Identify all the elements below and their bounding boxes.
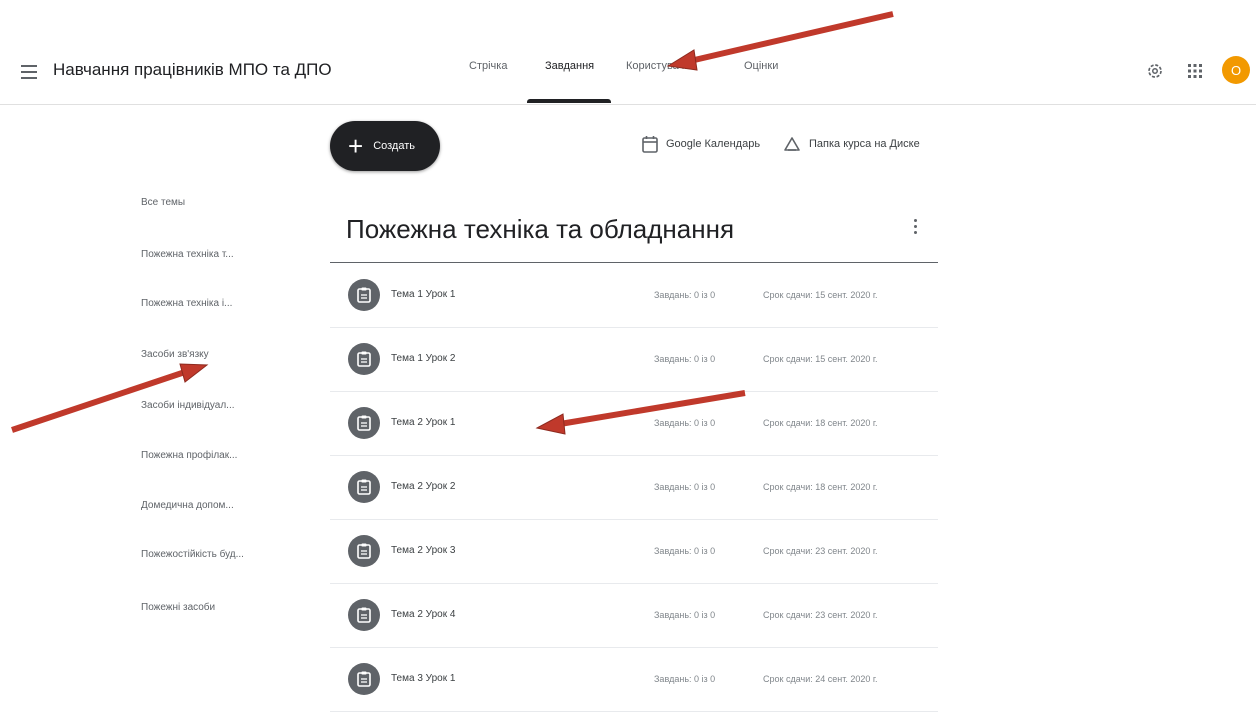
sidebar-item-topic-8[interactable]: Пожежні засоби xyxy=(141,602,215,613)
assignment-row[interactable]: Тема 2 Урок 1 Завдань: 0 із 0 Срок сдачи… xyxy=(330,392,938,456)
topic-divider xyxy=(330,262,938,263)
assignment-list: Тема 1 Урок 1 Завдань: 0 із 0 Срок сдачи… xyxy=(330,264,938,712)
assignment-icon xyxy=(348,535,380,567)
assignment-due-date: Срок сдачи: 23 сент. 2020 г. xyxy=(763,546,878,556)
google-calendar-link[interactable]: Google Календарь xyxy=(642,133,760,155)
plus-icon: + xyxy=(348,131,364,161)
assignment-title: Тема 1 Урок 2 xyxy=(391,353,456,364)
assignment-status: Завдань: 0 із 0 xyxy=(654,290,716,300)
active-tab-indicator xyxy=(527,99,611,103)
assignment-title: Тема 2 Урок 2 xyxy=(391,481,456,492)
create-button-label: Создать xyxy=(373,140,415,152)
assignment-due-date: Срок сдачи: 15 сент. 2020 г. xyxy=(763,354,878,364)
assignment-title: Тема 2 Урок 3 xyxy=(391,545,456,556)
assignment-status: Завдань: 0 із 0 xyxy=(654,354,716,364)
assignment-title: Тема 1 Урок 1 xyxy=(391,289,456,300)
assignment-icon xyxy=(348,407,380,439)
avatar[interactable]: О xyxy=(1222,56,1250,84)
settings-icon[interactable] xyxy=(1142,58,1168,84)
assignment-row[interactable]: Тема 2 Урок 3 Завдань: 0 із 0 Срок сдачи… xyxy=(330,520,938,584)
sidebar-item-topic-6[interactable]: Домедична допом... xyxy=(141,500,234,511)
google-calendar-label: Google Календарь xyxy=(666,138,761,150)
top-app-bar: Навчання працівників МПО та ДПО Стрічка … xyxy=(0,0,1256,105)
topic-title: Пожежна техніка та обладнання xyxy=(346,214,735,244)
assignment-icon xyxy=(348,599,380,631)
sidebar-item-topic-3[interactable]: Засоби зв'язку xyxy=(141,349,209,360)
assignment-icon xyxy=(348,279,380,311)
assignment-due-date: Срок сдачи: 23 сент. 2020 г. xyxy=(763,610,878,620)
assignment-row[interactable]: Тема 2 Урок 2 Завдань: 0 із 0 Срок сдачи… xyxy=(330,456,938,520)
drive-folder-link[interactable]: Папка курса на Диске xyxy=(783,133,920,155)
tab-grades[interactable]: Оцінки xyxy=(744,60,778,72)
sidebar-item-all-topics[interactable]: Все темы xyxy=(141,197,185,208)
tab-classwork[interactable]: Завдання xyxy=(545,60,594,72)
drive-folder-label: Папка курса на Диске xyxy=(809,138,920,150)
assignment-status: Завдань: 0 із 0 xyxy=(654,674,716,684)
assignment-row[interactable]: Тема 2 Урок 4 Завдань: 0 із 0 Срок сдачи… xyxy=(330,584,938,648)
more-vert-icon[interactable] xyxy=(908,216,922,236)
assignment-status: Завдань: 0 із 0 xyxy=(654,610,716,620)
assignment-row[interactable]: Тема 1 Урок 2 Завдань: 0 із 0 Срок сдачи… xyxy=(330,328,938,392)
assignment-icon xyxy=(348,471,380,503)
drive-folder-icon xyxy=(784,137,800,151)
assignment-row[interactable]: Тема 1 Урок 1 Завдань: 0 із 0 Срок сдачи… xyxy=(330,264,938,328)
assignment-row[interactable]: Тема 3 Урок 1 Завдань: 0 із 0 Срок сдачи… xyxy=(330,648,938,712)
assignment-status: Завдань: 0 із 0 xyxy=(654,418,716,428)
assignment-due-date: Срок сдачи: 18 сент. 2020 г. xyxy=(763,482,878,492)
sidebar-item-topic-7[interactable]: Пожежостійкість буд... xyxy=(141,549,244,560)
sidebar-item-topic-1[interactable]: Пожежна техніка т... xyxy=(141,249,234,260)
tab-people[interactable]: Користувачі xyxy=(626,60,687,72)
assignment-due-date: Срок сдачи: 15 сент. 2020 г. xyxy=(763,290,878,300)
assignment-icon xyxy=(348,663,380,695)
class-title[interactable]: Навчання працівників МПО та ДПО xyxy=(53,60,332,80)
assignment-due-date: Срок сдачи: 24 сент. 2020 г. xyxy=(763,674,878,684)
assignment-status: Завдань: 0 із 0 xyxy=(654,546,716,556)
annotation-arrow xyxy=(11,363,209,433)
create-button[interactable]: + Создать xyxy=(330,121,440,171)
assignment-title: Тема 3 Урок 1 xyxy=(391,673,456,684)
menu-icon[interactable] xyxy=(21,65,37,79)
tab-stream[interactable]: Стрічка xyxy=(469,60,507,72)
assignment-icon xyxy=(348,343,380,375)
sidebar-item-topic-2[interactable]: Пожежна техніка і... xyxy=(141,298,232,309)
assignment-title: Тема 2 Урок 4 xyxy=(391,609,456,620)
assignment-due-date: Срок сдачи: 18 сент. 2020 г. xyxy=(763,418,878,428)
sidebar-item-topic-5[interactable]: Пожежна профілак... xyxy=(141,450,237,461)
calendar-icon xyxy=(642,136,658,153)
assignment-title: Тема 2 Урок 1 xyxy=(391,417,456,428)
apps-grid-icon[interactable] xyxy=(1182,58,1208,84)
assignment-status: Завдань: 0 із 0 xyxy=(654,482,716,492)
sidebar-item-topic-4[interactable]: Засоби індивідуал... xyxy=(141,400,235,411)
